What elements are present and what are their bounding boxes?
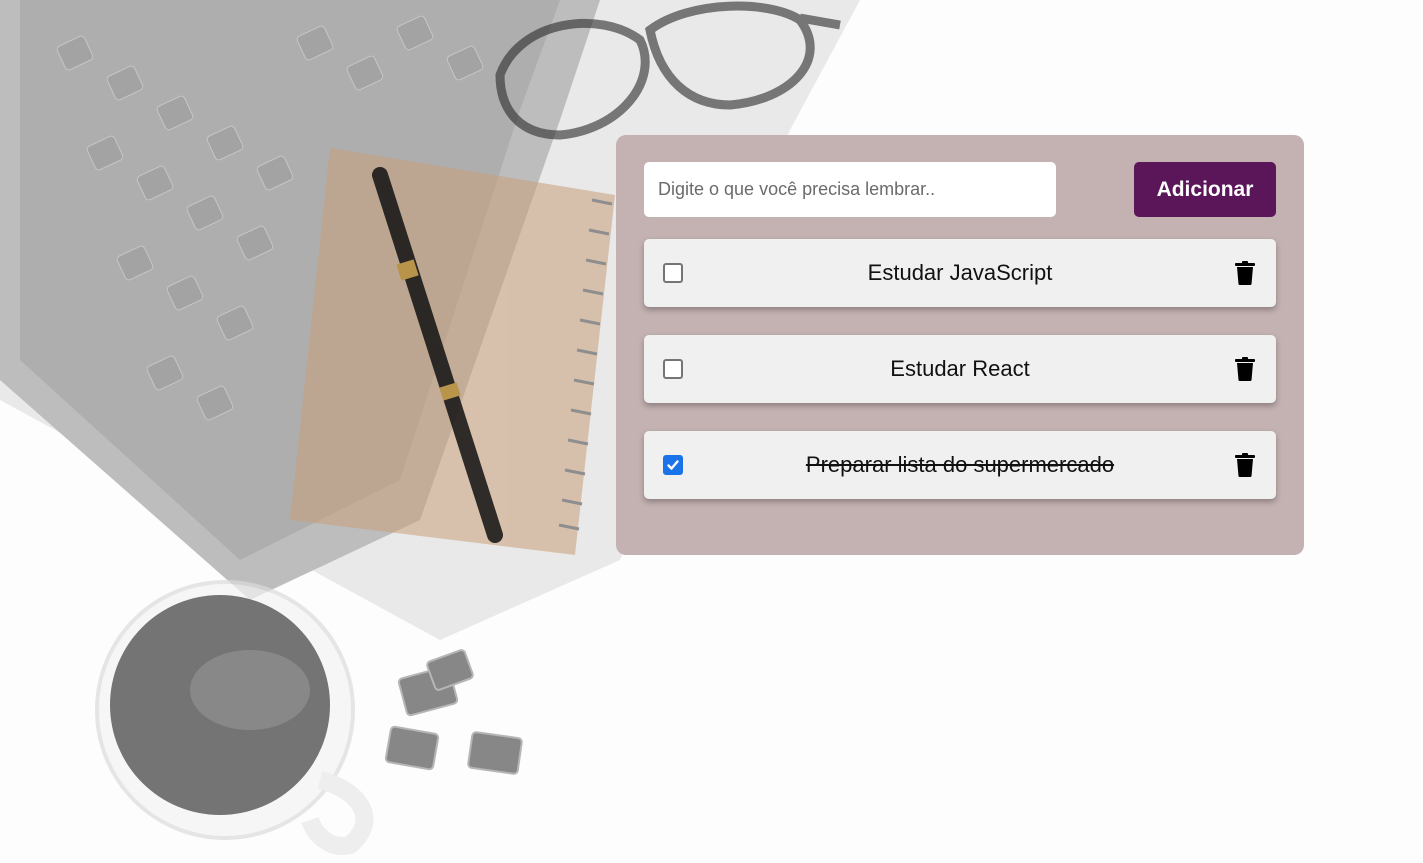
add-button[interactable]: Adicionar bbox=[1134, 162, 1276, 217]
task-item: Preparar lista do supermercado bbox=[644, 431, 1276, 499]
task-text: Estudar JavaScript bbox=[867, 260, 1053, 285]
page: Adicionar Estudar JavaScript Estudar Rea… bbox=[0, 0, 1423, 863]
task-input[interactable] bbox=[644, 162, 1056, 217]
trash-icon[interactable] bbox=[1234, 357, 1256, 381]
binder-clips-illustration bbox=[384, 649, 523, 775]
notebook-illustration bbox=[290, 148, 615, 555]
checkmark-icon bbox=[667, 460, 679, 470]
task-checkbox[interactable] bbox=[663, 263, 683, 283]
coffee-cup-illustration bbox=[95, 580, 374, 855]
task-item: Estudar React bbox=[644, 335, 1276, 403]
task-text: Preparar lista do supermercado bbox=[805, 452, 1115, 477]
task-checkbox[interactable] bbox=[663, 359, 683, 379]
trash-icon[interactable] bbox=[1234, 261, 1256, 285]
todo-panel: Adicionar Estudar JavaScript Estudar Rea… bbox=[616, 135, 1304, 555]
trash-icon[interactable] bbox=[1234, 453, 1256, 477]
task-item: Estudar JavaScript bbox=[644, 239, 1276, 307]
task-list: Estudar JavaScript Estudar React Prepara… bbox=[644, 239, 1276, 527]
task-text: Estudar React bbox=[890, 356, 1030, 381]
task-checkbox[interactable] bbox=[663, 455, 683, 475]
